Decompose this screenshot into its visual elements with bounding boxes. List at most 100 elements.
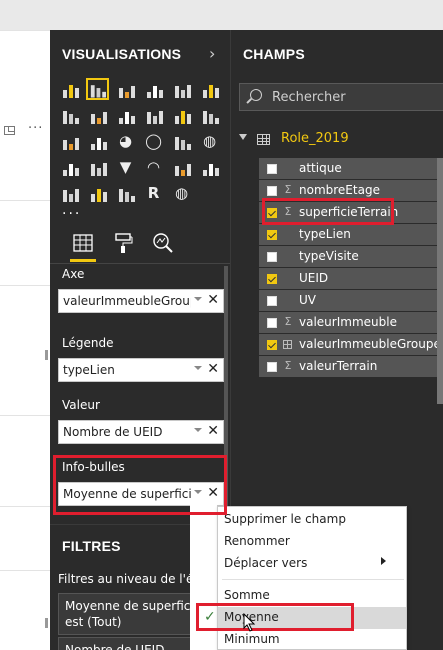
- field-checkbox[interactable]: [267, 252, 277, 262]
- pane-scrollbar[interactable]: [224, 266, 228, 534]
- table-icon[interactable]: [86, 182, 109, 204]
- submenu-arrow-icon: [381, 557, 386, 565]
- field-row[interactable]: typeLien: [259, 224, 443, 246]
- fields-tab-icon[interactable]: [70, 232, 96, 262]
- scatter-icon[interactable]: [86, 130, 109, 152]
- field-checkbox[interactable]: [267, 208, 277, 218]
- field-well[interactable]: Nombre de UEID ✕: [58, 420, 224, 444]
- line-column-icon[interactable]: [142, 104, 165, 126]
- more-options-icon[interactable]: ···: [28, 121, 43, 136]
- field-checkbox[interactable]: [267, 164, 277, 174]
- funnel-icon[interactable]: ▼: [114, 156, 137, 178]
- waterfall-icon[interactable]: [58, 130, 81, 152]
- gauge-icon[interactable]: ◠: [142, 156, 165, 178]
- well-label: Légende: [62, 336, 114, 350]
- field-name: typeVisite: [299, 249, 359, 263]
- area-icon[interactable]: [86, 104, 109, 126]
- field-row[interactable]: ΣsuperficieTerrain: [259, 202, 443, 224]
- clustered-column-icon[interactable]: [142, 78, 165, 100]
- field-checkbox[interactable]: [267, 362, 277, 372]
- chevron-down-icon[interactable]: [194, 297, 202, 301]
- menu-item-label: Supprimer le champ: [224, 512, 346, 526]
- line-icon[interactable]: [58, 104, 81, 126]
- search-input[interactable]: Rechercher: [239, 83, 443, 111]
- shape-map-icon[interactable]: [86, 156, 109, 178]
- search-placeholder: Rechercher: [272, 90, 346, 105]
- field-row[interactable]: ΣvaleurImmeuble: [259, 312, 443, 334]
- field-name: nombreEtage: [299, 183, 380, 197]
- canvas-gridline: [0, 285, 50, 286]
- field-checkbox[interactable]: [267, 318, 277, 328]
- remove-icon[interactable]: ✕: [207, 485, 219, 501]
- field-well[interactable]: Moyenne de superficieT ✕: [58, 482, 224, 506]
- field-checkbox[interactable]: [267, 230, 277, 240]
- field-well[interactable]: typeLien ✕: [58, 358, 224, 382]
- menu-item[interactable]: Renommer: [218, 531, 406, 553]
- well-value: Nombre de UEID: [63, 425, 163, 439]
- kpi-icon[interactable]: [198, 156, 221, 178]
- menu-item-label: Minimum: [224, 632, 280, 646]
- line-clustered-icon[interactable]: [170, 104, 193, 126]
- field-row[interactable]: attique: [259, 158, 443, 180]
- field-checkbox[interactable]: [267, 340, 277, 350]
- menu-item[interactable]: Somme: [218, 585, 406, 607]
- chevron-down-icon[interactable]: [194, 490, 202, 494]
- 100-column-icon[interactable]: [198, 78, 221, 100]
- well-label: Info-bulles: [62, 460, 125, 474]
- ribbon-icon[interactable]: [198, 104, 221, 126]
- slicer-icon[interactable]: [58, 182, 81, 204]
- pie-icon[interactable]: ◕: [114, 130, 137, 152]
- focus-mode-icon[interactable]: [4, 126, 15, 135]
- field-name: valeurTerrain: [299, 359, 378, 373]
- power-bi-window: ··· VISUALISATIONS › ◕ ◯ ◍ ▼ ◠ R ◍ ... Axe vale…: [0, 0, 443, 650]
- field-checkbox[interactable]: [267, 274, 277, 284]
- canvas-gridline: [0, 200, 50, 201]
- field-row[interactable]: valeurImmeubleGroupe: [259, 334, 443, 356]
- menu-item[interactable]: Supprimer le champ: [218, 509, 406, 531]
- map-icon[interactable]: ◍: [198, 130, 221, 152]
- matrix-icon[interactable]: [114, 182, 137, 204]
- resize-handle[interactable]: [45, 350, 48, 360]
- remove-icon[interactable]: ✕: [207, 423, 219, 439]
- field-name: valeurImmeubleGroupe: [299, 337, 441, 351]
- card-icon[interactable]: [170, 156, 193, 178]
- field-checkbox[interactable]: [267, 296, 277, 306]
- stacked-area-icon[interactable]: [114, 104, 137, 126]
- remove-icon[interactable]: ✕: [207, 361, 219, 377]
- remove-icon[interactable]: ✕: [207, 292, 219, 308]
- clustered-bar-icon[interactable]: [114, 78, 137, 100]
- resize-handle[interactable]: [45, 618, 48, 628]
- stacked-column-icon[interactable]: [86, 78, 109, 100]
- field-row[interactable]: UEID: [259, 268, 443, 290]
- globe-icon[interactable]: ◍: [170, 182, 193, 204]
- chevron-down-icon[interactable]: [194, 366, 202, 370]
- field-row[interactable]: typeVisite: [259, 246, 443, 268]
- stacked-bar-icon[interactable]: [58, 78, 81, 100]
- hierarchy-icon: [283, 340, 292, 349]
- treemap-icon[interactable]: [170, 130, 193, 152]
- r-visual-icon[interactable]: R: [142, 182, 165, 204]
- field-name: UEID: [299, 271, 329, 285]
- menu-item[interactable]: Déplacer vers: [218, 553, 406, 575]
- more-visuals-icon[interactable]: ...: [62, 202, 81, 218]
- fields-scrollbar[interactable]: [437, 158, 443, 404]
- donut-icon[interactable]: ◯: [142, 130, 165, 152]
- field-row[interactable]: UV: [259, 290, 443, 312]
- 100-bar-icon[interactable]: [170, 78, 193, 100]
- collapse-pane-icon[interactable]: ›: [209, 44, 215, 63]
- filled-map-icon[interactable]: [58, 156, 81, 178]
- search-icon: [250, 89, 262, 101]
- field-row[interactable]: ΣvaleurTerrain: [259, 356, 443, 378]
- analytics-magnifier-icon[interactable]: [152, 232, 174, 254]
- chevron-down-icon[interactable]: [194, 428, 202, 432]
- report-canvas[interactable]: ···: [0, 30, 50, 650]
- format-roller-icon[interactable]: [112, 232, 134, 254]
- field-well[interactable]: valeurImmeubleGroupe ✕: [58, 289, 224, 313]
- table-name: Role_2019: [281, 131, 349, 146]
- field-checkbox[interactable]: [267, 186, 277, 196]
- field-name: valeurImmeuble: [299, 315, 397, 329]
- field-row[interactable]: ΣnombreEtage: [259, 180, 443, 202]
- expand-caret-icon[interactable]: [239, 134, 247, 140]
- field-name: superficieTerrain: [299, 205, 399, 219]
- top-strip: [0, 0, 443, 30]
